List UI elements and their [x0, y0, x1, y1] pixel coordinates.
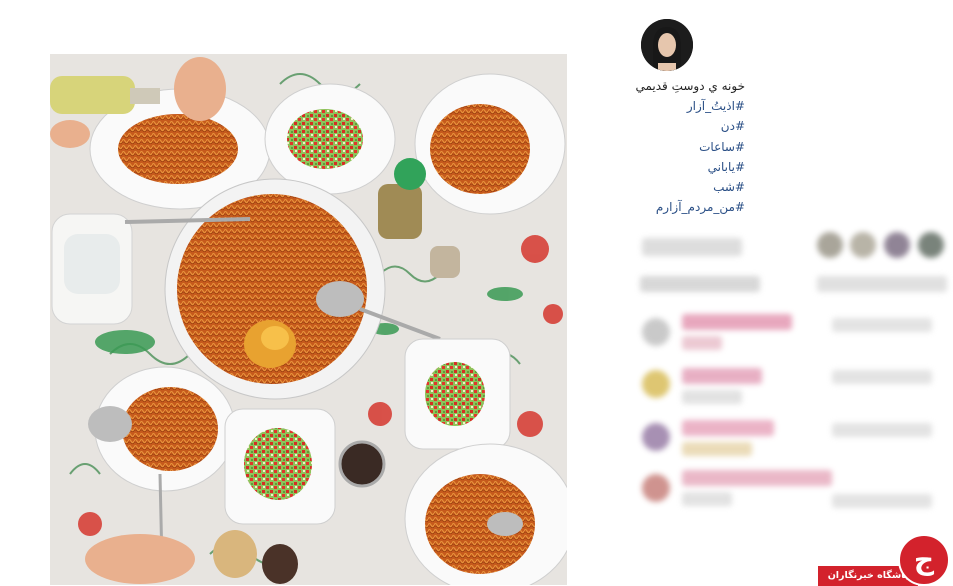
hashtag-link[interactable]: #شب [600, 177, 745, 197]
post-photo[interactable] [50, 54, 567, 585]
watermark-logo: باشگاه خبرنگاران ج [818, 532, 953, 586]
hashtag-link[interactable]: #ساعات [600, 137, 745, 157]
hashtag-link[interactable]: #دن [600, 116, 745, 136]
club-logo-icon: ج [898, 534, 950, 586]
caption-text: خونه ي دوستِ قديمي [635, 79, 745, 93]
hashtag-link[interactable]: #ياباني [600, 157, 745, 177]
post-caption: خونه ي دوستِ قديمي #اذيتُ_آزار #دن #ساعا… [600, 76, 745, 217]
blurred-comments-area [612, 228, 952, 528]
hashtag-link[interactable]: #من_مردم_آزارم [600, 197, 745, 217]
hashtag-link[interactable]: #اذيتُ_آزار [600, 96, 745, 116]
profile-avatar[interactable] [641, 19, 693, 71]
logo-glyph: ج [913, 543, 935, 576]
